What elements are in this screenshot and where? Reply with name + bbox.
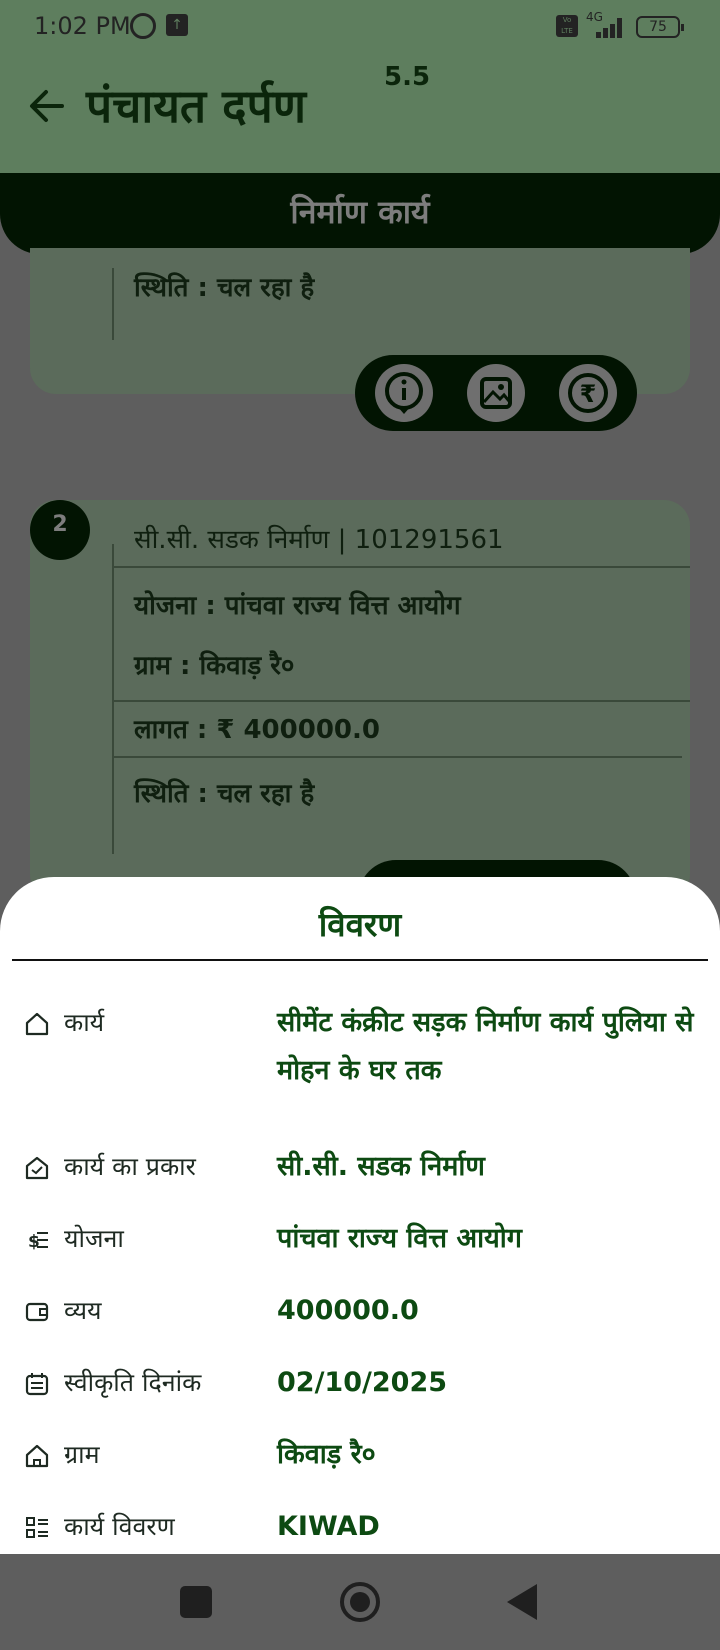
- detail-value: 02/10/2025: [277, 1367, 448, 1398]
- status-time: 1:02 PM: [34, 12, 131, 40]
- calendar-icon: [24, 1371, 50, 1397]
- sheet-divider: [12, 959, 708, 961]
- svg-text:$: $: [28, 1232, 40, 1252]
- whatsapp-icon: [130, 13, 156, 39]
- detail-label: योजना: [64, 1224, 124, 1253]
- card-scheme: योजना : पांचवा राज्य वित्त आयोग: [134, 591, 461, 621]
- dollar-list-icon: $: [24, 1227, 50, 1253]
- details-bottom-sheet: विवरण कार्य सीमेंट कंक्रीट सड़क निर्माण …: [0, 877, 720, 1554]
- sheet-title: विवरण: [318, 905, 402, 944]
- info-icon: [385, 372, 423, 414]
- detail-value: KIWAD: [277, 1511, 380, 1542]
- detail-value: सीमेंट कंक्रीट सड़क निर्माण कार्य पुलिया…: [277, 1007, 694, 1086]
- home-button[interactable]: [340, 1582, 380, 1622]
- section-header: निर्माण कार्य: [0, 173, 720, 254]
- volte-icon: Vo LTE: [556, 15, 578, 37]
- card-divider: [112, 700, 690, 702]
- detail-value: किवाड़ रै०: [277, 1439, 376, 1470]
- detail-label: कार्य विवरण: [64, 1512, 175, 1541]
- card-divider: [112, 566, 690, 568]
- rupee-icon: ₹: [568, 373, 608, 413]
- home-outline-icon: [24, 1011, 50, 1037]
- card-cost: लागत : ₹ 400000.0: [134, 715, 380, 745]
- detail-label: स्वीकृति दिनांक: [64, 1368, 202, 1397]
- gallery-button[interactable]: [467, 364, 525, 422]
- section-title: निर्माण कार्य: [290, 193, 430, 231]
- info-button[interactable]: [375, 364, 433, 422]
- list-details-icon: [24, 1515, 50, 1541]
- upload-icon: ↑: [166, 14, 188, 36]
- battery-icon: 75: [636, 16, 684, 38]
- card-divider: [112, 544, 114, 854]
- detail-label: कार्य: [64, 1008, 105, 1037]
- card-status: स्थिति : चल रहा है: [134, 779, 315, 809]
- card-status: स्थिति : चल रहा है: [134, 273, 315, 303]
- detail-value: 400000.0: [277, 1295, 419, 1326]
- image-icon: [480, 377, 512, 409]
- app-version: 5.5: [384, 62, 431, 92]
- detail-label: कार्य का प्रकार: [64, 1152, 196, 1181]
- back-arrow-icon[interactable]: [26, 86, 66, 126]
- status-bar: 1:02 PM ↑ Vo LTE 4G 75: [0, 0, 720, 56]
- detail-label: ग्राम: [64, 1440, 100, 1469]
- work-card[interactable]: 2 सी.सी. सडक निर्माण | 101291561 योजना :…: [30, 500, 690, 900]
- card-divider: [112, 756, 682, 758]
- detail-label: व्यय: [64, 1296, 102, 1325]
- detail-value: पांचवा राज्य वित्त आयोग: [277, 1223, 522, 1254]
- wallet-icon: [24, 1299, 50, 1325]
- payment-button[interactable]: ₹: [559, 364, 617, 422]
- card-divider: [112, 268, 114, 340]
- house-check-icon: [24, 1155, 50, 1181]
- app-bar: पंचायत दर्पण 5.5: [0, 56, 720, 174]
- card-number-badge: 2: [30, 500, 90, 560]
- app-title: पंचायत दर्पण: [86, 79, 306, 133]
- village-home-icon: [24, 1443, 50, 1469]
- card-header: सी.सी. सडक निर्माण | 101291561: [134, 525, 504, 555]
- back-button[interactable]: [507, 1584, 537, 1620]
- signal-icon: [596, 16, 626, 38]
- recents-button[interactable]: [180, 1586, 212, 1618]
- card-village: ग्राम : किवाड़ रै०: [134, 651, 295, 681]
- detail-value: सी.सी. सडक निर्माण: [277, 1151, 485, 1182]
- svg-text:₹: ₹: [580, 380, 597, 408]
- card-action-bar: ₹: [355, 355, 637, 431]
- system-nav-bar: [0, 1554, 720, 1650]
